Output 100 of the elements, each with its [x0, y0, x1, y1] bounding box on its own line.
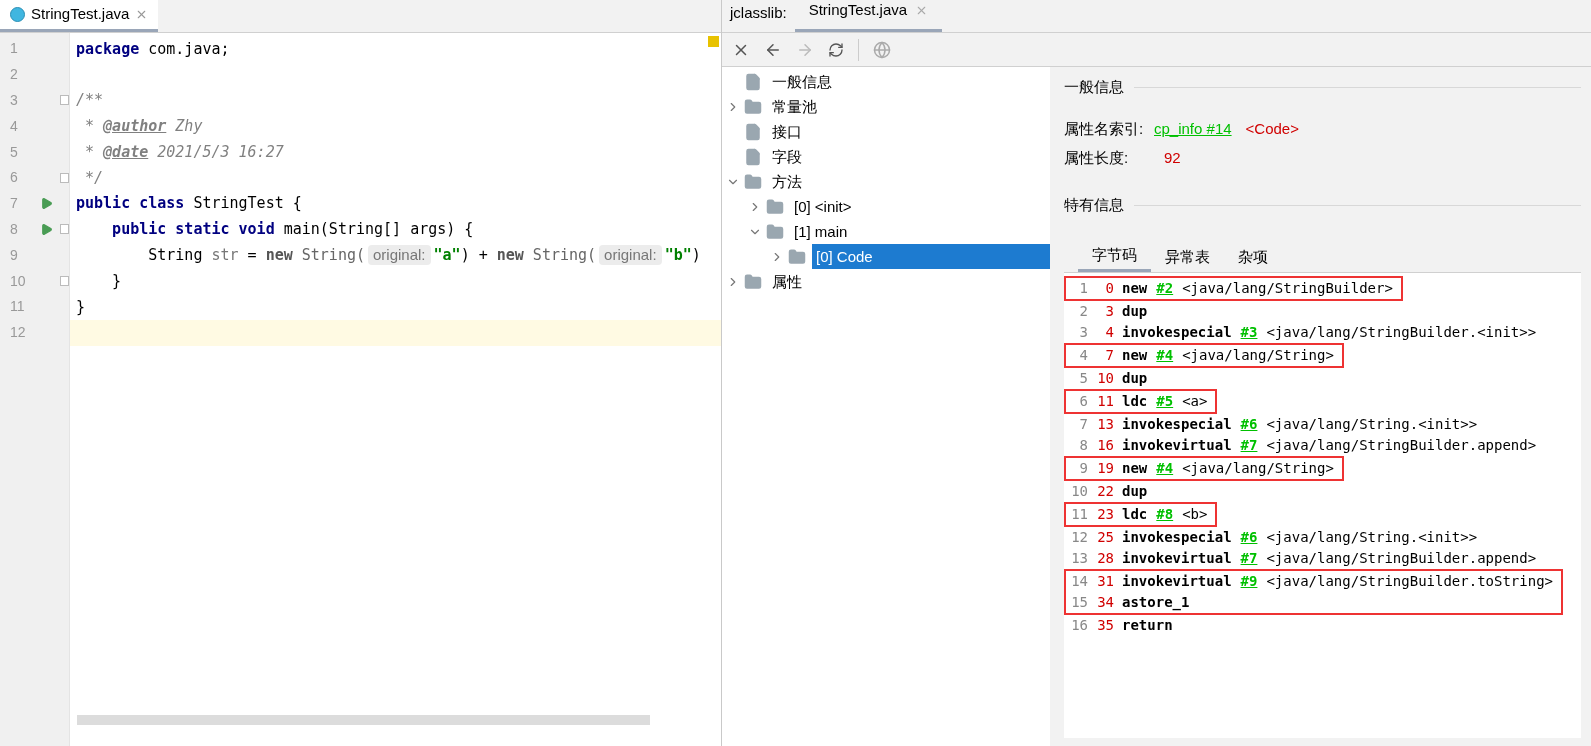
bytecode-argument: <java/lang/String.<init>>	[1266, 415, 1478, 434]
code-line: public class StringTest {	[75, 193, 302, 215]
bytecode-offset: 34	[1096, 593, 1114, 612]
line-number: 5	[1078, 369, 1088, 388]
line-number: 7	[1078, 415, 1088, 434]
line-number: 11	[1070, 505, 1088, 524]
bytecode-offset: 35	[1096, 616, 1114, 635]
opcode: new	[1122, 279, 1148, 298]
run-icon[interactable]	[40, 197, 53, 211]
line-number: 10	[9, 271, 27, 291]
bytecode-argument: <java/lang/String>	[1182, 346, 1334, 365]
code-line: */	[84, 167, 104, 189]
fold-marker-icon[interactable]	[60, 224, 69, 235]
globe-icon[interactable]	[873, 40, 891, 59]
section-title: 特有信息	[1064, 194, 1124, 215]
tree-item[interactable]: 常量池	[768, 94, 821, 119]
fold-marker-icon[interactable]	[60, 95, 69, 106]
bytecode-offset: 16	[1096, 436, 1114, 455]
bytecode-offset: 13	[1096, 415, 1114, 434]
file-icon	[744, 72, 762, 91]
tool-window-title: jclasslib:	[728, 2, 788, 23]
section-title: 一般信息	[1064, 76, 1124, 97]
jclasslib-tab[interactable]: StringTest.java	[794, 0, 943, 32]
line-number: 7	[9, 194, 19, 214]
bytecode-offset: 3	[1104, 302, 1114, 321]
line-number: 12	[1070, 528, 1088, 547]
bytecode-argument: <java/lang/StringBuilder.append>	[1266, 436, 1537, 455]
code-line: package com.java;	[75, 38, 230, 60]
opcode: ldc	[1122, 392, 1148, 411]
line-number: 9	[9, 245, 19, 265]
parameter-hint: original:	[599, 245, 662, 265]
line-number: 1	[9, 39, 19, 59]
bytecode-offset: 19	[1096, 459, 1114, 478]
bytecode-offset: 31	[1096, 572, 1114, 591]
opcode: new	[1122, 346, 1148, 365]
opcode: invokevirtual	[1122, 549, 1232, 568]
folder-icon	[744, 97, 762, 116]
bytecode-offset: 4	[1104, 323, 1114, 342]
tree-item[interactable]: 一般信息	[768, 69, 836, 94]
line-number: 15	[1070, 593, 1088, 612]
bytecode-offset: 11	[1096, 392, 1114, 411]
detail-tab[interactable]: 杂项	[1224, 242, 1282, 272]
bytecode-argument: <java/lang/StringBuilder.append>	[1266, 549, 1537, 568]
line-number: 12	[9, 323, 27, 343]
editor-tab[interactable]: StringTest.java	[0, 0, 159, 32]
opcode: invokespecial	[1122, 323, 1232, 342]
line-number: 11	[9, 297, 26, 317]
line-number: 2	[1078, 302, 1088, 321]
line-number: 9	[1078, 459, 1088, 478]
horizontal-scrollbar[interactable]	[77, 715, 650, 725]
line-number: 14	[1070, 572, 1088, 591]
warning-marker-icon	[708, 36, 719, 47]
tree-item[interactable]: 接口	[768, 119, 806, 144]
bytecode-argument: <b>	[1182, 505, 1208, 524]
tree-item[interactable]: 方法	[768, 169, 806, 194]
code-line: /**	[75, 90, 104, 112]
line-number: 6	[1078, 392, 1088, 411]
tree-item[interactable]: [1] main	[790, 219, 852, 244]
line-number: 1	[1078, 279, 1088, 298]
folder-icon	[788, 247, 806, 266]
line-number: 2	[9, 65, 19, 85]
code-line: String str = new String( original: "a") + new String( original: "b")	[147, 244, 701, 267]
tree-item[interactable]: 属性	[768, 269, 806, 294]
line-number: 3	[1078, 323, 1088, 342]
fold-marker-icon[interactable]	[60, 172, 69, 183]
opcode: invokevirtual	[1122, 572, 1232, 591]
line-number: 8	[9, 219, 19, 239]
line-number: 4	[1078, 346, 1088, 365]
tree-item[interactable]: [0] <init>	[790, 194, 856, 219]
bytecode-argument: <java/lang/StringBuilder.toString>	[1266, 572, 1553, 591]
bytecode-offset: 28	[1096, 549, 1114, 568]
opcode: ldc	[1122, 505, 1148, 524]
line-number: 3	[9, 91, 19, 110]
folder-icon	[744, 172, 762, 191]
code-line: }	[111, 270, 122, 292]
bytecode-offset: 22	[1096, 482, 1114, 501]
tree-item[interactable]: [0] Code	[812, 244, 1050, 269]
opcode: dup	[1122, 302, 1148, 321]
fold-marker-icon[interactable]	[60, 276, 69, 287]
tree-item[interactable]: 字段	[768, 144, 806, 169]
bytecode-offset: 10	[1096, 369, 1114, 388]
code-line: public static void main(String[] args) {	[111, 219, 474, 241]
file-icon	[744, 122, 762, 141]
line-number: 4	[9, 116, 19, 136]
code-line: * @date 2021/5/3 16:27	[84, 141, 284, 163]
line-number: 13	[1070, 549, 1088, 568]
line-number: 8	[1078, 436, 1088, 455]
run-icon[interactable]	[40, 222, 53, 236]
opcode: dup	[1122, 482, 1148, 501]
bytecode-argument: <a>	[1182, 392, 1208, 411]
opcode: dup	[1122, 369, 1148, 388]
file-icon	[744, 147, 762, 166]
detail-tab[interactable]: 异常表	[1151, 242, 1224, 272]
field-value: <Code>	[1245, 118, 1299, 139]
field-label: 属性长度:	[1064, 147, 1130, 168]
code-line: * @author Zhy	[84, 116, 203, 138]
bytecode-argument: <java/lang/String.<init>>	[1266, 528, 1478, 547]
bytecode-argument: <java/lang/StringBuilder.<init>>	[1266, 323, 1537, 342]
bytecode-argument: <java/lang/StringBuilder>	[1182, 279, 1393, 298]
refresh-icon[interactable]	[828, 41, 844, 58]
